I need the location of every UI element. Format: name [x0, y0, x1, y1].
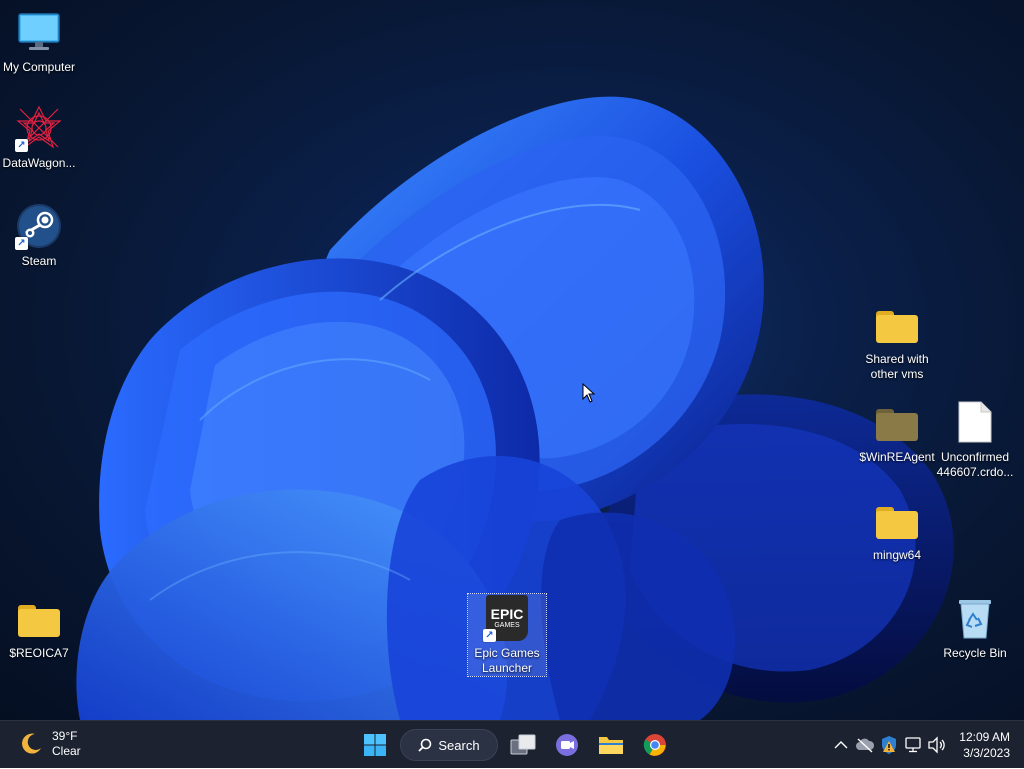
- desktop-icon-label: Shared with other vms: [865, 352, 929, 381]
- desktop-icon-datawagon[interactable]: ↗ DataWagon...: [0, 104, 78, 171]
- desktop-icon-label: Unconfirmed 446607.crdo...: [936, 450, 1014, 479]
- chevron-up-icon: [834, 741, 848, 749]
- desktop-icon-steam[interactable]: ↗ Steam: [0, 202, 78, 269]
- monitor-icon: [15, 8, 63, 56]
- security-tray-button[interactable]: [877, 733, 901, 757]
- volume-tray-button[interactable]: [925, 733, 949, 757]
- desktop-icon-my-computer[interactable]: My Computer: [0, 8, 78, 75]
- desktop-icon-label: Epic Games Launcher: [474, 646, 540, 675]
- search-icon: [418, 738, 432, 752]
- folder-icon: [873, 496, 921, 544]
- desktop-icon-winreagent[interactable]: $WinREAgent: [858, 398, 936, 465]
- weather-temperature: 39°F: [52, 729, 78, 743]
- chrome-icon: [643, 734, 666, 756]
- desktop-icon-reoica7[interactable]: $REOICA7: [0, 594, 78, 661]
- weather-condition: Clear: [52, 744, 81, 758]
- chrome-button[interactable]: [636, 727, 674, 763]
- show-hidden-icons-button[interactable]: [829, 733, 853, 757]
- taskbar-search-button[interactable]: Search: [400, 729, 498, 761]
- desktop-icon-recycle-bin[interactable]: Recycle Bin: [936, 594, 1014, 661]
- network-icon: [905, 737, 921, 753]
- shortcut-arrow-icon: ↗: [15, 139, 28, 152]
- desktop-icon-label: DataWagon...: [2, 156, 76, 170]
- taskbar: 39°F Clear Search 12:09 AM 3/3/2023: [0, 720, 1024, 768]
- desktop-icon-label: Recycle Bin: [943, 646, 1007, 660]
- desktop-icon-label: Steam: [21, 254, 57, 268]
- desktop-icon-unconfirmed-file[interactable]: Unconfirmed 446607.crdo...: [936, 398, 1014, 480]
- search-label: Search: [438, 737, 480, 753]
- task-view-button[interactable]: [504, 727, 542, 763]
- mouse-cursor-icon: [582, 383, 596, 403]
- security-warning-icon: [882, 736, 897, 754]
- teams-chat-button[interactable]: [548, 727, 586, 763]
- desktop-icon-label: mingw64: [872, 548, 922, 562]
- folder-icon: [873, 300, 921, 348]
- epic-games-logo-icon: EPIC GAMES ↗: [483, 594, 531, 642]
- weather-widget[interactable]: 39°F Clear: [18, 729, 81, 759]
- desktop-icon-label: My Computer: [2, 60, 76, 74]
- epic-logo-subtext: GAMES: [494, 621, 520, 629]
- start-icon: [364, 734, 386, 756]
- start-button[interactable]: [356, 727, 394, 763]
- blank-file-icon: [951, 398, 999, 446]
- desktop[interactable]: My Computer ↗ DataWagon... ↗ Steam $REOI…: [0, 0, 1024, 720]
- file-explorer-icon: [599, 737, 623, 754]
- desktop-icon-label: $REOICA7: [9, 646, 69, 660]
- desktop-icon-shared-with-other-vms[interactable]: Shared with other vms: [858, 300, 936, 382]
- onedrive-tray-button[interactable]: [853, 733, 877, 757]
- shortcut-arrow-icon: ↗: [15, 237, 28, 250]
- desktop-icon-label: $WinREAgent: [859, 450, 935, 464]
- volume-icon: [928, 736, 946, 754]
- desktop-icon-epic-games[interactable]: EPIC GAMES ↗ Epic Games Launcher: [467, 593, 547, 677]
- onedrive-offline-icon: [856, 738, 875, 753]
- teams-chat-icon: [556, 734, 578, 756]
- moon-icon: [22, 733, 41, 754]
- file-explorer-button[interactable]: [592, 727, 630, 763]
- shortcut-arrow-icon: ↗: [483, 629, 496, 642]
- folder-icon: [15, 594, 63, 642]
- epic-logo-text: EPIC: [490, 605, 524, 622]
- clock-time: 12:09 AM: [959, 730, 1010, 744]
- datawagon-logo-icon: ↗: [15, 104, 63, 152]
- task-view-icon: [510, 734, 536, 755]
- desktop-icon-mingw64[interactable]: mingw64: [858, 496, 936, 563]
- clock-date: 3/3/2023: [963, 746, 1010, 760]
- hidden-folder-icon: [873, 398, 921, 446]
- taskbar-clock[interactable]: 12:09 AM 3/3/2023: [959, 729, 1010, 761]
- steam-icon: ↗: [15, 202, 63, 250]
- network-tray-button[interactable]: [901, 733, 925, 757]
- recycle-bin-icon: [951, 594, 999, 642]
